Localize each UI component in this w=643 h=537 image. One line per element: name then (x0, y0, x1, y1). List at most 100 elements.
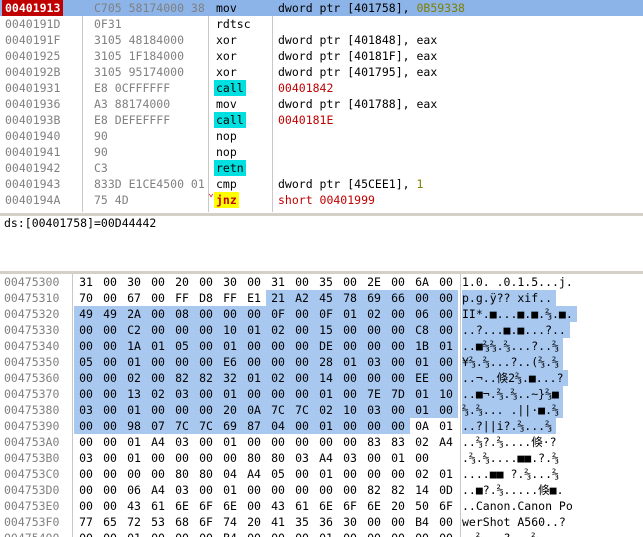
dump-byte[interactable]: 00 (98, 482, 122, 498)
dump-byte[interactable]: 00 (242, 434, 266, 450)
dump-byte[interactable]: 80 (266, 450, 290, 466)
dump-byte[interactable]: B4 (218, 530, 242, 537)
dump-byte[interactable]: 01 (218, 482, 242, 498)
dump-byte[interactable]: 83 (362, 434, 386, 450)
dump-byte[interactable]: 00 (410, 450, 434, 466)
dump-byte[interactable]: 00 (434, 274, 458, 290)
dump-byte[interactable]: 00 (434, 402, 458, 418)
dump-byte[interactable]: 6F (194, 498, 218, 514)
dump-byte[interactable]: 72 (122, 514, 146, 530)
dump-byte[interactable]: 66 (386, 290, 410, 306)
dump-byte[interactable]: 50 (410, 498, 434, 514)
dump-byte[interactable]: 00 (386, 530, 410, 537)
dump-byte[interactable]: 61 (146, 498, 170, 514)
dump-byte[interactable]: 00 (170, 450, 194, 466)
dump-byte[interactable]: 01 (146, 338, 170, 354)
dump-byte[interactable]: 7E (362, 386, 386, 402)
dump-byte[interactable]: 03 (338, 450, 362, 466)
dump-byte[interactable]: 00 (386, 466, 410, 482)
dump-byte[interactable]: 00 (434, 306, 458, 322)
dump-byte[interactable]: 00 (266, 434, 290, 450)
dump-byte[interactable]: 00 (338, 322, 362, 338)
dump-byte[interactable]: 00 (362, 466, 386, 482)
dump-byte[interactable]: 61 (290, 498, 314, 514)
disasm-row[interactable]: 00401936 A3 88174000 mov dword ptr [401788]… (0, 96, 643, 112)
dump-byte[interactable]: 20 (242, 514, 266, 530)
dump-byte[interactable]: 82 (386, 482, 410, 498)
dump-byte[interactable]: 00 (338, 482, 362, 498)
dump-byte[interactable]: 02 (410, 466, 434, 482)
dump-row[interactable]: 00475330 00 00 C2 00 00 00 10 01 02 00 15 00 00 00 C8 00… (0, 322, 643, 338)
dump-byte[interactable]: 2E (362, 274, 386, 290)
dump-byte[interactable]: 00 (98, 322, 122, 338)
disassembly-pane[interactable]: 00401913 C705 58174000 38 mov dword ptr [40… (0, 0, 643, 212)
dump-byte[interactable]: 00 (266, 386, 290, 402)
dump-byte[interactable]: 7C (194, 418, 218, 434)
dump-byte[interactable]: 00 (74, 370, 98, 386)
dump-byte[interactable]: A4 (314, 450, 338, 466)
dump-byte[interactable]: 06 (410, 306, 434, 322)
dump-byte[interactable]: 00 (146, 466, 170, 482)
dump-byte[interactable]: 15 (314, 322, 338, 338)
dump-byte[interactable]: 7D (386, 386, 410, 402)
dump-byte[interactable]: 00 (290, 418, 314, 434)
dump-byte[interactable]: 00 (386, 402, 410, 418)
dump-byte[interactable]: 80 (194, 466, 218, 482)
dump-byte[interactable]: 07 (146, 418, 170, 434)
dump-byte[interactable]: 31 (74, 274, 98, 290)
dump-byte[interactable]: 00 (98, 354, 122, 370)
dump-byte[interactable]: 6E (170, 498, 194, 514)
dump-byte[interactable]: 70 (74, 290, 98, 306)
dump-byte[interactable]: 0F (266, 306, 290, 322)
dump-byte[interactable]: 82 (170, 370, 194, 386)
dump-byte[interactable]: 30 (338, 514, 362, 530)
dump-byte[interactable]: 00 (290, 354, 314, 370)
dump-byte[interactable]: 00 (290, 530, 314, 537)
dump-byte[interactable]: 69 (362, 290, 386, 306)
dump-byte[interactable]: A4 (146, 434, 170, 450)
dump-byte[interactable]: 00 (266, 482, 290, 498)
dump-byte[interactable]: 00 (386, 306, 410, 322)
dump-byte[interactable]: 78 (338, 290, 362, 306)
dump-byte[interactable]: 6E (362, 498, 386, 514)
dump-byte[interactable]: 80 (170, 466, 194, 482)
dump-byte[interactable]: 2A (122, 306, 146, 322)
dump-byte[interactable]: 03 (362, 402, 386, 418)
disasm-row[interactable]: 00401925 3105 1F184000 xor dword ptr [40181… (0, 48, 643, 64)
dump-byte[interactable]: 00 (290, 322, 314, 338)
dump-byte[interactable]: E6 (218, 354, 242, 370)
dump-byte[interactable]: 00 (98, 530, 122, 537)
dump-byte[interactable]: 00 (434, 290, 458, 306)
dump-row[interactable]: 004753B0 03 00 01 00 00 00 00 80 80 03 A4 03 00 01 00 .⅔… (0, 450, 643, 466)
dump-byte[interactable]: 1A (122, 338, 146, 354)
dump-byte[interactable]: 00 (338, 274, 362, 290)
dump-byte[interactable]: 00 (434, 322, 458, 338)
dump-byte[interactable]: 01 (122, 450, 146, 466)
dump-byte[interactable]: 0A (242, 402, 266, 418)
dump-byte[interactable]: 00 (290, 386, 314, 402)
dump-byte[interactable]: 00 (74, 434, 98, 450)
dump-byte[interactable]: 00 (194, 354, 218, 370)
dump-byte[interactable]: 03 (170, 434, 194, 450)
dump-byte[interactable]: 03 (74, 402, 98, 418)
dump-byte[interactable]: 00 (194, 530, 218, 537)
disasm-row[interactable]: 00401913 C705 58174000 38 mov dword ptr [40… (0, 0, 643, 16)
dump-byte[interactable]: 00 (338, 338, 362, 354)
dump-byte[interactable]: 43 (122, 498, 146, 514)
dump-byte[interactable]: 00 (98, 274, 122, 290)
dump-byte[interactable]: 6A (410, 274, 434, 290)
dump-byte[interactable]: 6E (218, 498, 242, 514)
disasm-row[interactable]: 00401931 E8 0CFFFFFF call 00401842 (0, 80, 643, 96)
dump-byte[interactable]: 00 (362, 322, 386, 338)
dump-byte[interactable]: 20 (386, 498, 410, 514)
dump-byte[interactable]: 01 (314, 418, 338, 434)
dump-byte[interactable]: 00 (98, 434, 122, 450)
dump-byte[interactable]: 00 (290, 370, 314, 386)
dump-row[interactable]: 00475400000001000000B4000000010000000000… (0, 530, 643, 537)
dump-byte[interactable]: 00 (170, 322, 194, 338)
dump-byte[interactable]: 00 (314, 434, 338, 450)
dump-byte[interactable]: 00 (338, 370, 362, 386)
dump-byte[interactable]: 01 (386, 450, 410, 466)
dump-byte[interactable]: 00 (290, 338, 314, 354)
dump-byte[interactable]: FF (218, 290, 242, 306)
